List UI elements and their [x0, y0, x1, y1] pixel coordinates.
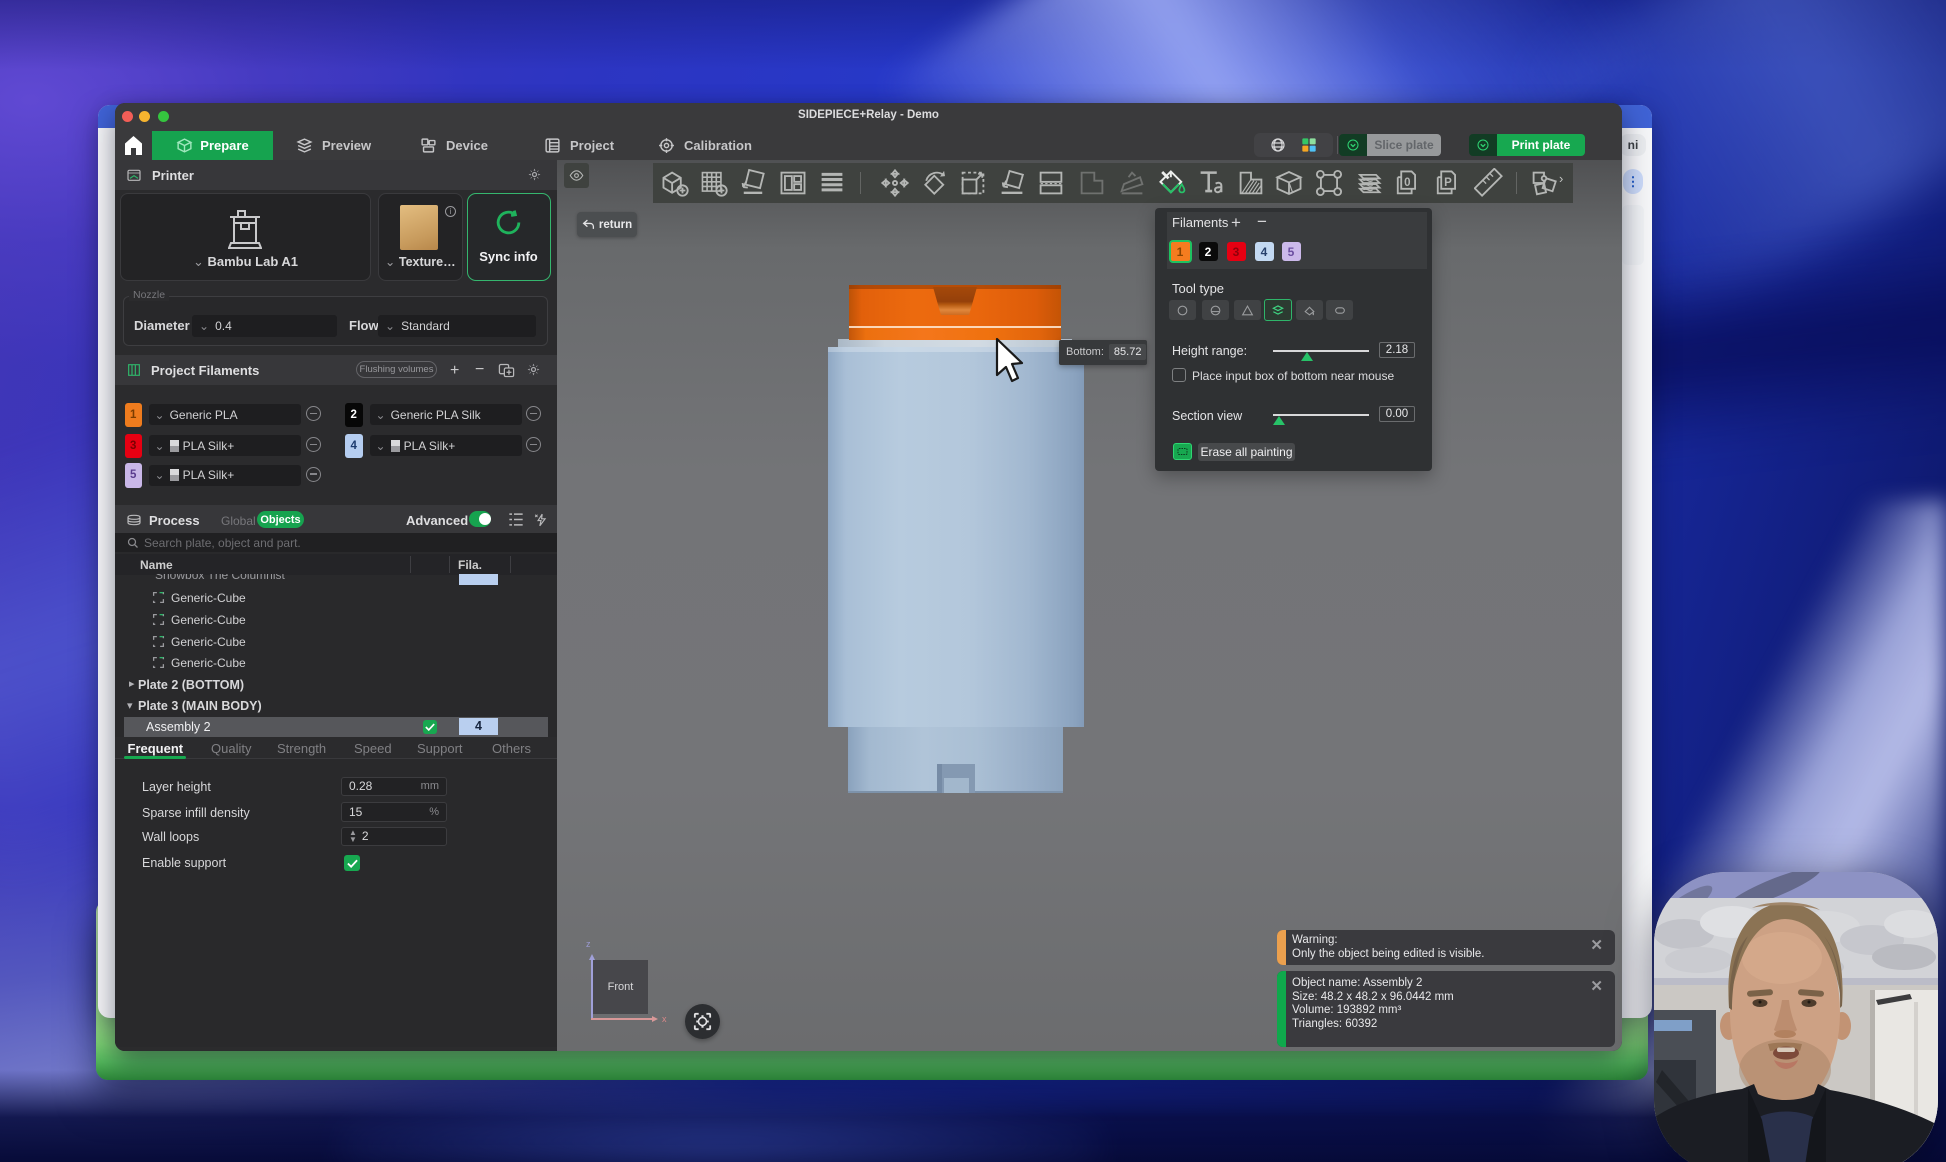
svg-text:0: 0 — [1404, 177, 1410, 189]
svg-text:P: P — [1444, 177, 1452, 189]
